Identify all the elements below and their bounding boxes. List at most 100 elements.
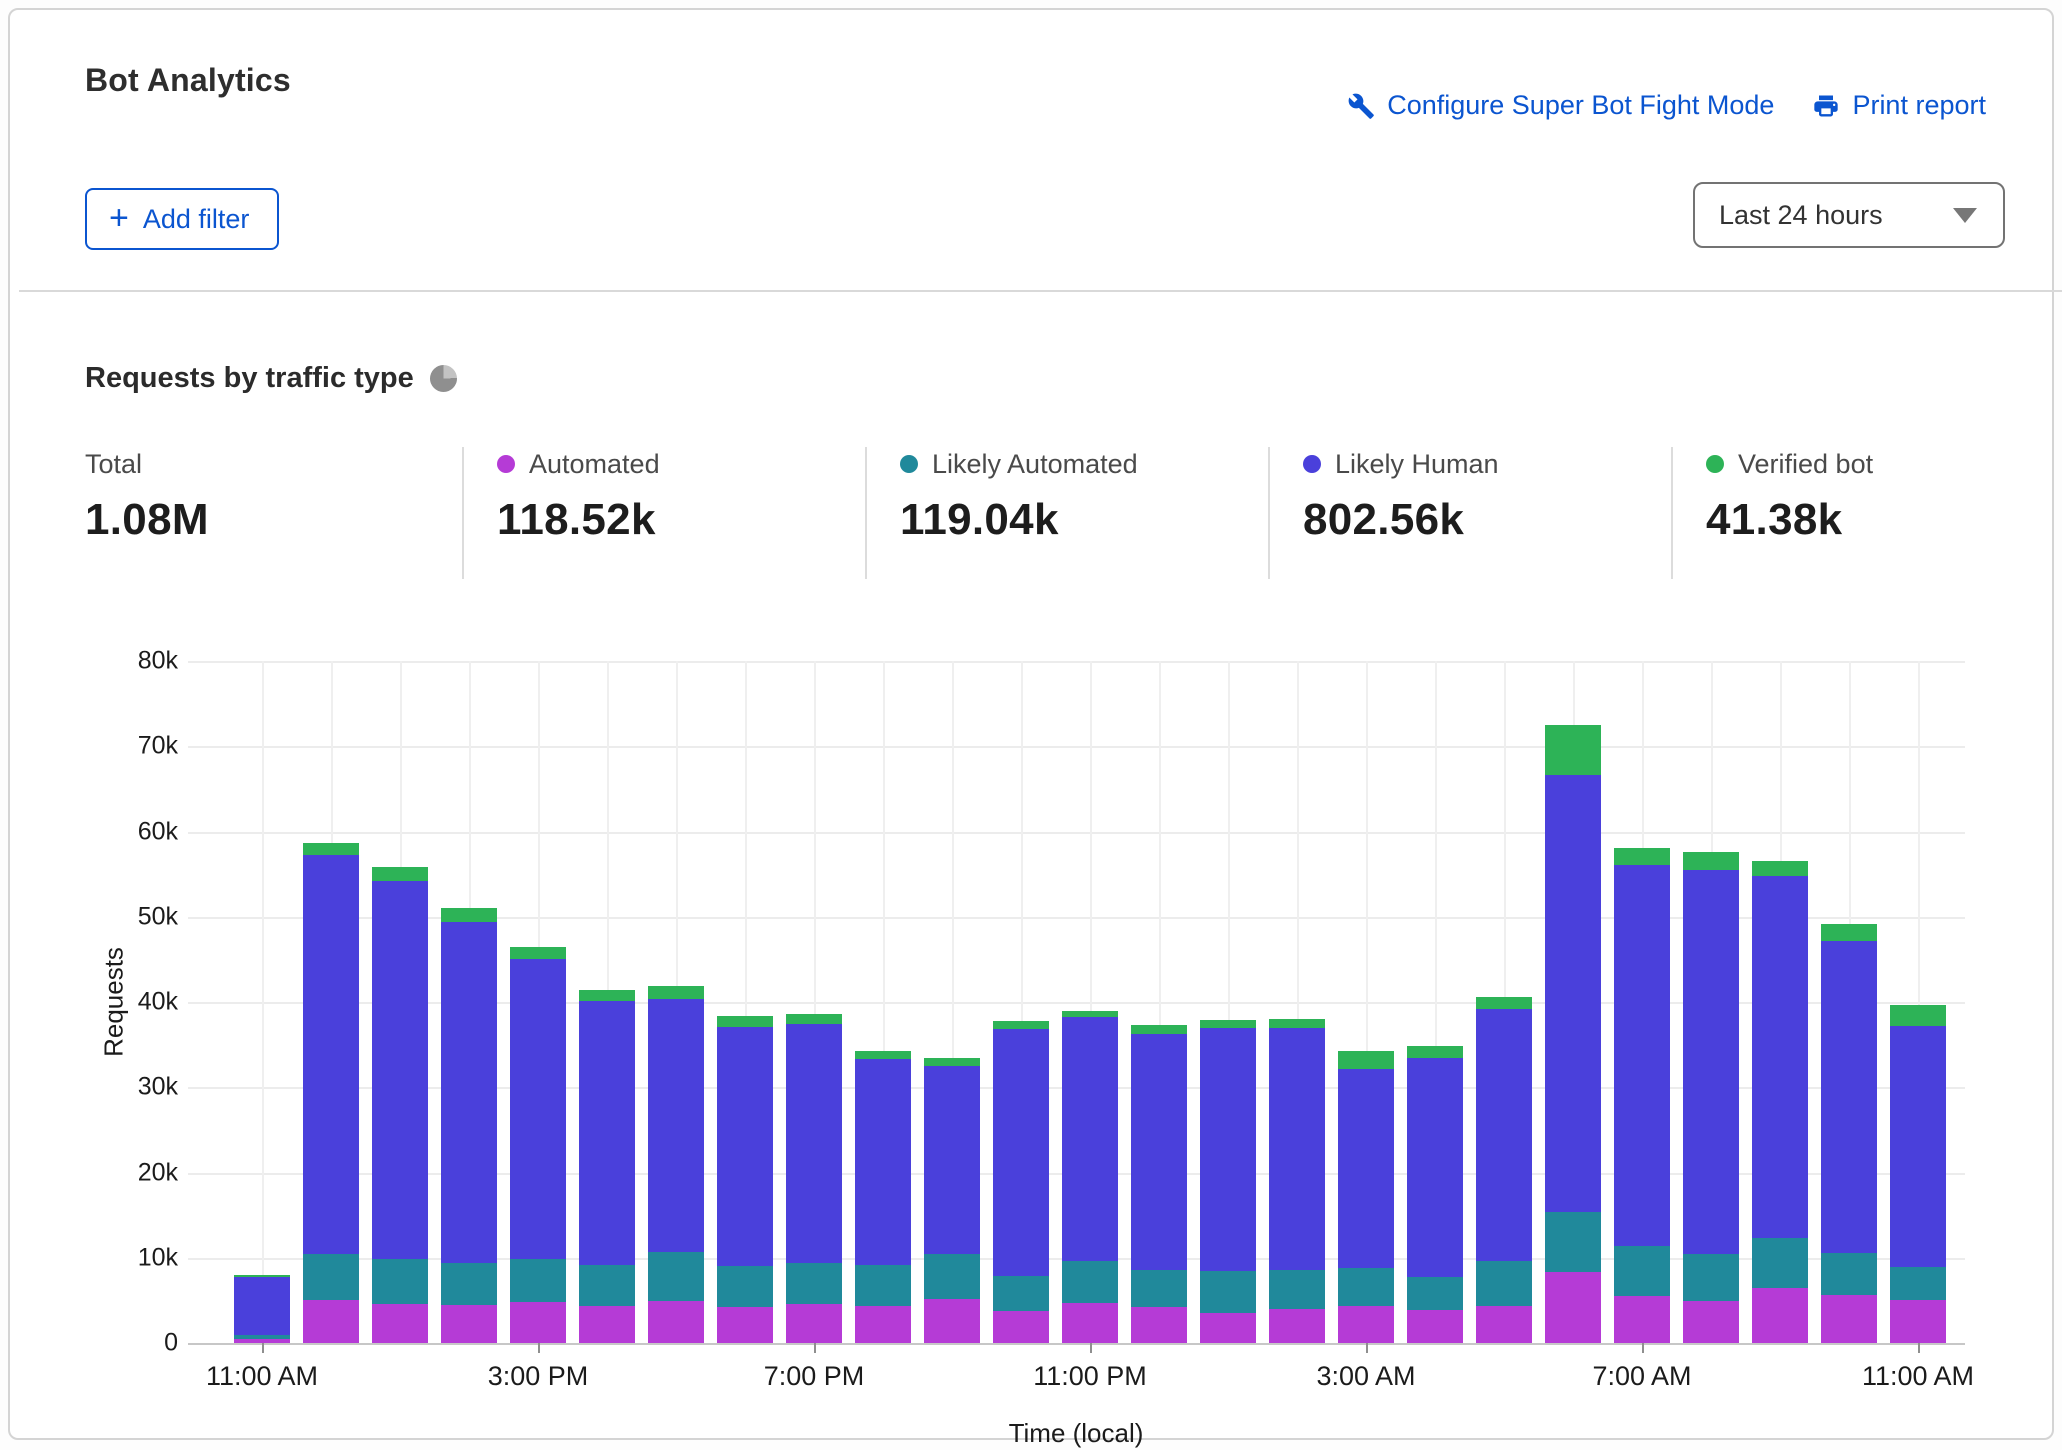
configure-super-bot-fight-mode-link[interactable]: Configure Super Bot Fight Mode — [1347, 90, 1774, 121]
stacked-bar-900am — [1752, 861, 1808, 1344]
bar-segment-likely-human — [1131, 1034, 1187, 1270]
stat-likely-automated-value: 119.04k — [900, 495, 1138, 545]
stacked-bar-700am — [1614, 848, 1670, 1343]
bar-segment-likely-automated — [510, 1259, 566, 1302]
bar-segment-likely-human — [855, 1059, 911, 1264]
bar-segment-verified-bot — [1545, 725, 1601, 775]
stacked-bar-800am — [1683, 852, 1739, 1343]
x-axis-title: Time (local) — [1009, 1418, 1144, 1449]
bar-segment-likely-automated — [1269, 1270, 1325, 1309]
bar-segment-likely-automated — [441, 1263, 497, 1305]
x-tick-mark — [1642, 1343, 1644, 1353]
bar-segment-automated — [786, 1304, 842, 1343]
bar-segment-verified-bot — [1476, 997, 1532, 1009]
stacked-bar-1200pm — [303, 843, 359, 1343]
stat-divider — [865, 447, 867, 579]
bar-segment-automated — [924, 1299, 980, 1343]
bar-segment-verified-bot — [924, 1058, 980, 1066]
stacked-bar-200am — [1269, 1019, 1325, 1343]
bar-segment-likely-human — [1821, 941, 1877, 1253]
y-tick-label: 10k — [70, 1243, 178, 1272]
x-tick-label: 7:00 AM — [1592, 1361, 1691, 1392]
stacked-bar-1200am — [1131, 1025, 1187, 1343]
stat-verified-bot: Verified bot 41.38k — [1706, 447, 1873, 545]
bar-segment-likely-human — [1476, 1009, 1532, 1261]
bar-segment-likely-automated — [372, 1259, 428, 1303]
bar-segment-likely-human — [1062, 1017, 1118, 1262]
stat-likely-human: Likely Human 802.56k — [1303, 447, 1499, 545]
panel-title: Requests by traffic type — [85, 362, 414, 395]
page-title: Bot Analytics — [85, 62, 291, 99]
bar-segment-verified-bot — [648, 986, 704, 1000]
x-tick-label: 3:00 AM — [1316, 1361, 1415, 1392]
bar-segment-automated — [1545, 1272, 1601, 1343]
print-report-link[interactable]: Print report — [1812, 90, 1986, 121]
bar-segment-likely-human — [372, 881, 428, 1260]
chevron-down-icon — [1953, 208, 1977, 223]
stacked-bar-1100am — [1890, 1005, 1946, 1343]
x-tick-label: 11:00 AM — [206, 1361, 318, 1392]
printer-icon — [1812, 92, 1840, 120]
bar-segment-likely-human — [924, 1066, 980, 1254]
stacked-bar-600pm — [717, 1016, 773, 1343]
bar-segment-likely-human — [234, 1277, 290, 1335]
x-tick-mark — [814, 1343, 816, 1353]
y-tick-label: 60k — [70, 817, 178, 846]
bar-segment-likely-human — [1407, 1058, 1463, 1276]
bar-segment-automated — [1890, 1300, 1946, 1343]
add-filter-button[interactable]: + Add filter — [85, 188, 279, 250]
bar-segment-verified-bot — [1200, 1020, 1256, 1029]
bar-segment-likely-automated — [1545, 1212, 1601, 1273]
stat-divider — [462, 447, 464, 579]
bot-analytics-card: Bot Analytics Configure Super Bot Fight … — [8, 8, 2054, 1440]
bar-segment-verified-bot — [441, 908, 497, 922]
bar-segment-verified-bot — [1407, 1046, 1463, 1059]
stat-verified-bot-value: 41.38k — [1706, 495, 1873, 545]
stacked-bar-600am — [1545, 725, 1601, 1343]
y-tick-label: 50k — [70, 902, 178, 931]
stat-likely-human-label: Likely Human — [1335, 449, 1499, 480]
stacked-bar-400am — [1407, 1046, 1463, 1343]
bar-segment-likely-human — [1752, 876, 1808, 1238]
bar-segment-automated — [855, 1306, 911, 1344]
bar-segment-verified-bot — [786, 1014, 842, 1024]
plus-icon: + — [109, 201, 129, 235]
stacked-bar-1100pm — [1062, 1011, 1118, 1343]
stat-total-value: 1.08M — [85, 495, 209, 545]
bar-segment-likely-automated — [786, 1263, 842, 1304]
gridline-vertical — [262, 661, 264, 1343]
stacked-bar-100pm — [372, 867, 428, 1343]
bar-segment-verified-bot — [1338, 1051, 1394, 1070]
bar-segment-likely-human — [717, 1027, 773, 1267]
wrench-icon — [1347, 92, 1375, 120]
bar-segment-verified-bot — [993, 1021, 1049, 1030]
bar-segment-likely-automated — [1062, 1261, 1118, 1303]
y-tick-label: 20k — [70, 1158, 178, 1187]
likely-automated-legend-dot — [900, 455, 918, 473]
bar-segment-verified-bot — [1269, 1019, 1325, 1028]
y-tick-label: 30k — [70, 1073, 178, 1102]
bar-segment-likely-automated — [1890, 1267, 1946, 1300]
panel-title-row: Requests by traffic type — [85, 362, 457, 395]
stat-likely-automated-label: Likely Automated — [932, 449, 1138, 480]
bar-segment-likely-human — [786, 1024, 842, 1263]
bar-segment-likely-automated — [1131, 1270, 1187, 1308]
bar-segment-likely-human — [993, 1029, 1049, 1275]
bar-segment-likely-automated — [993, 1276, 1049, 1312]
bar-segment-likely-automated — [303, 1254, 359, 1299]
stacked-bar-300pm — [510, 947, 566, 1343]
bar-segment-verified-bot — [372, 867, 428, 881]
x-axis-line — [188, 1343, 1965, 1345]
x-tick-mark — [1090, 1343, 1092, 1353]
bar-segment-verified-bot — [579, 990, 635, 1001]
bar-segment-verified-bot — [1131, 1025, 1187, 1034]
pie-chart-icon — [430, 365, 457, 392]
bar-segment-likely-automated — [1476, 1261, 1532, 1306]
bar-segment-likely-human — [1614, 865, 1670, 1246]
bar-segment-automated — [1269, 1309, 1325, 1343]
stacked-bar-300am — [1338, 1051, 1394, 1343]
bar-segment-automated — [717, 1307, 773, 1343]
stat-total: Total 1.08M — [85, 447, 209, 545]
time-range-select[interactable]: Last 24 hours — [1693, 182, 2005, 248]
stat-likely-automated: Likely Automated 119.04k — [900, 447, 1138, 545]
